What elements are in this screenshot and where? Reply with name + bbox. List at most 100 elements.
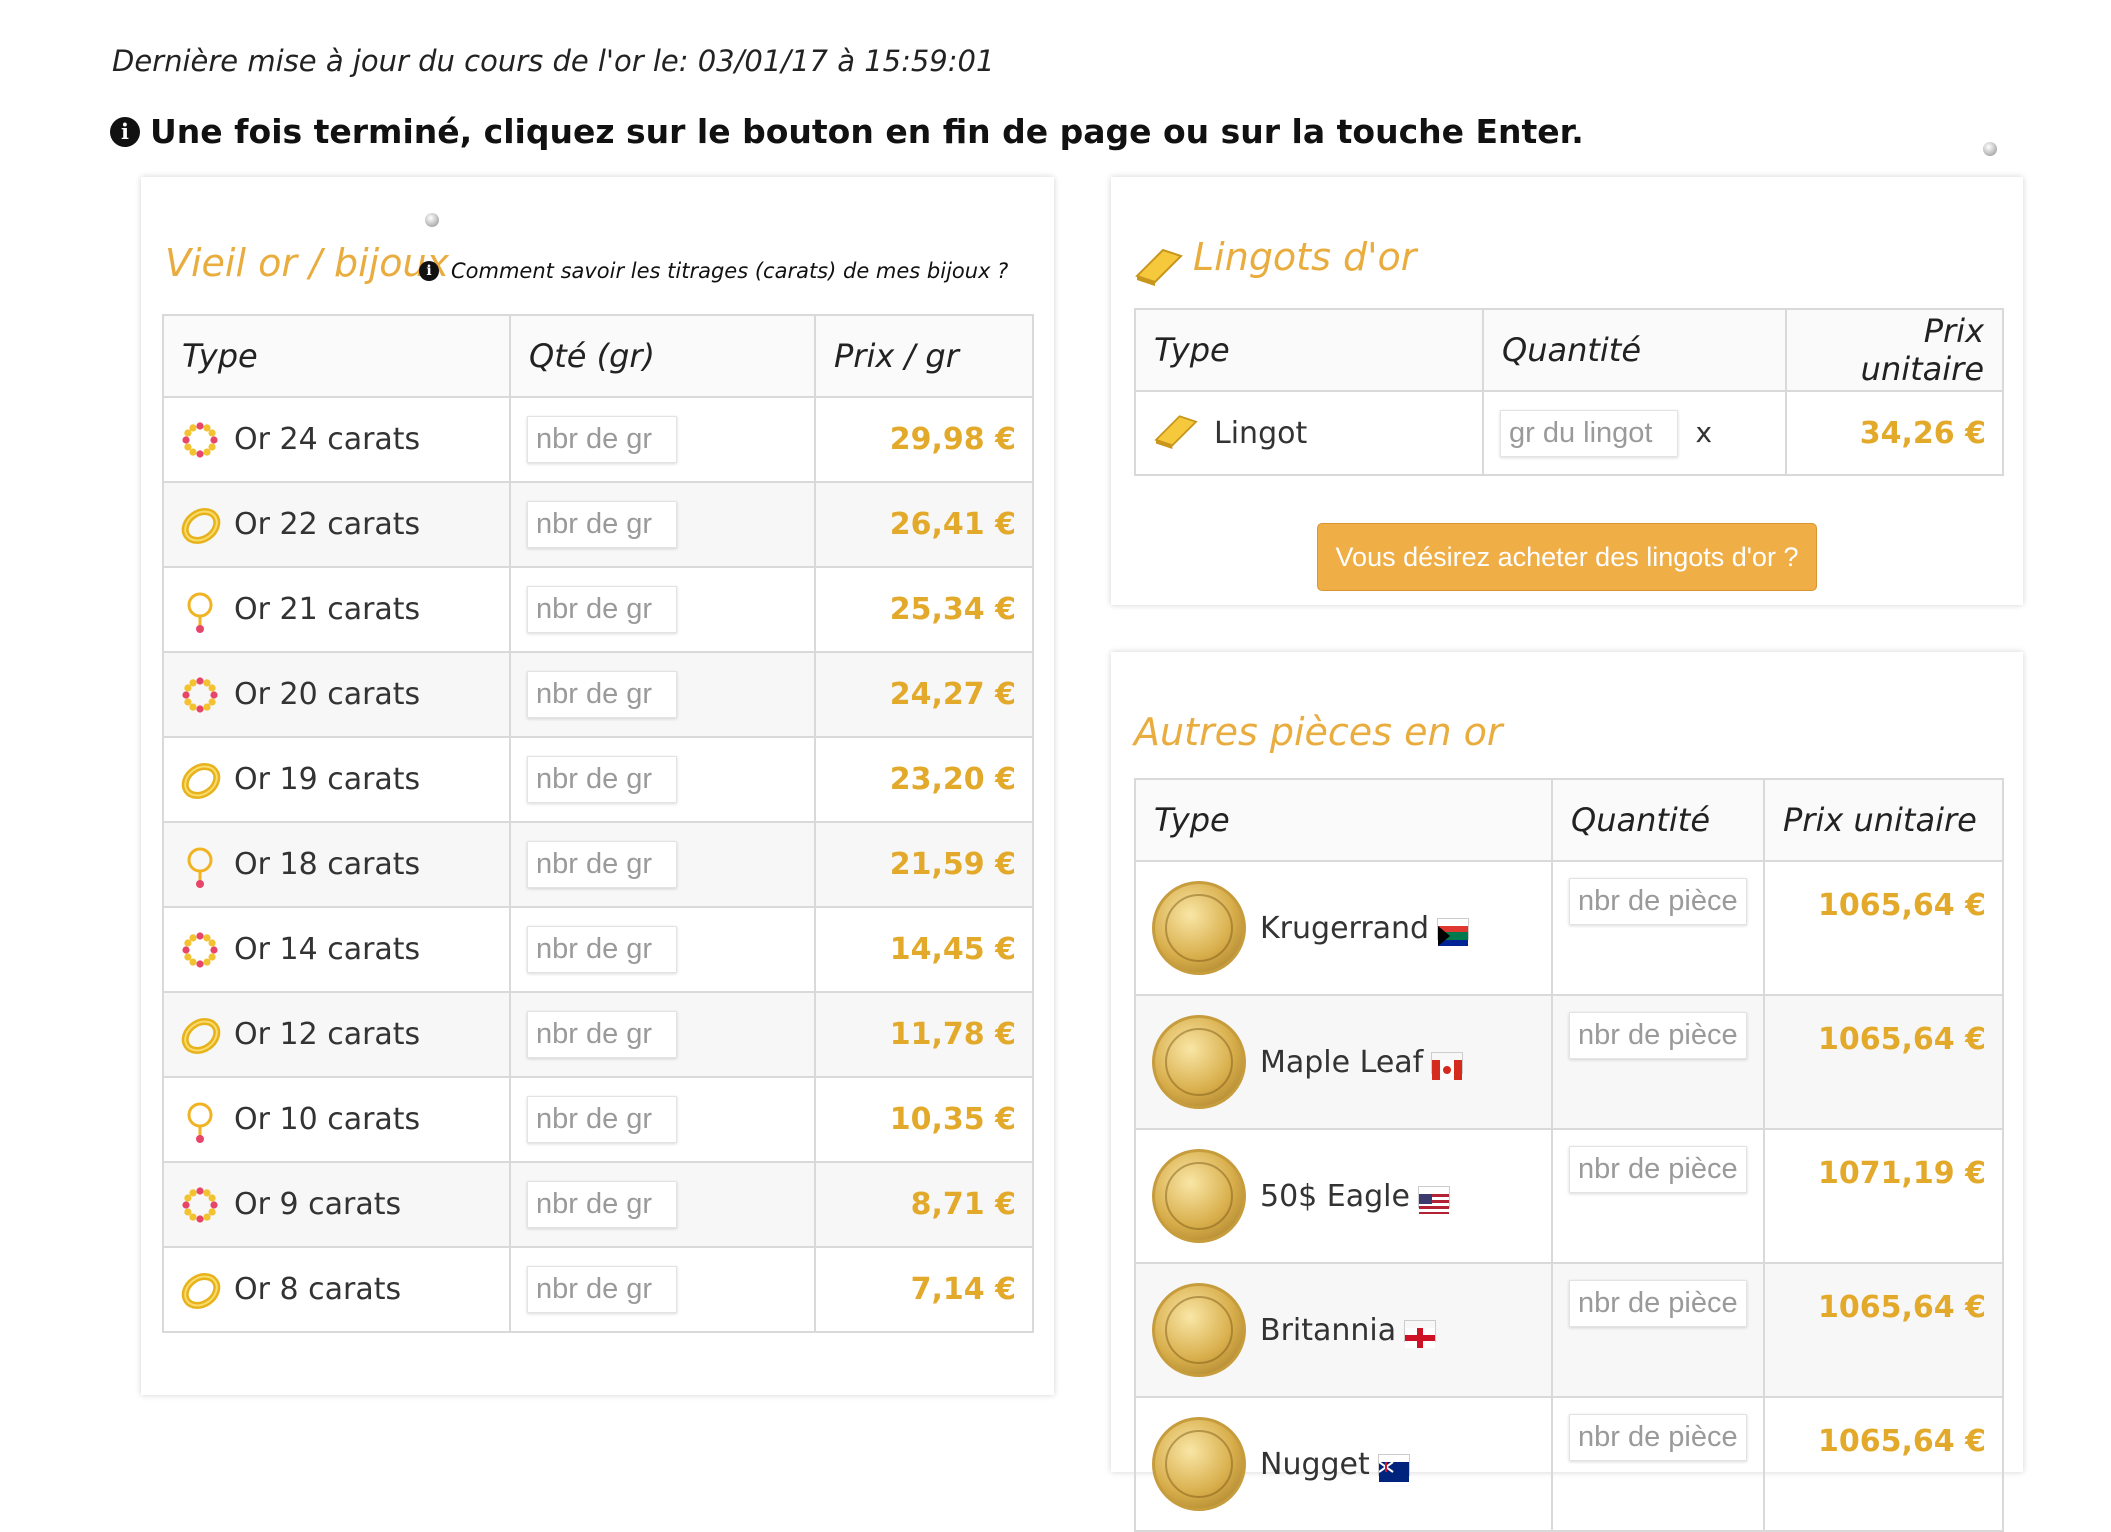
price-per-gram: 10,35 € xyxy=(814,1076,1034,1163)
quantity-cell xyxy=(509,736,816,823)
table-row: Maple Leaf 1065,64 € xyxy=(1134,994,2004,1130)
coin-count-input[interactable] xyxy=(1569,1280,1747,1327)
carat-help-link[interactable]: i Comment savoir les titrages (carats) d… xyxy=(419,259,1008,283)
table-row: Nugget 1065,64 € xyxy=(1134,1396,2004,1532)
quantity-cell xyxy=(1551,994,1765,1130)
carat-label: Or 24 carats xyxy=(234,422,421,457)
table-row: Or 14 carats 14,45 € xyxy=(162,906,1034,993)
coin-count-input[interactable] xyxy=(1569,1012,1747,1059)
table-row: Or 19 carats 23,20 € xyxy=(162,736,1034,823)
table-row: Lingot x 34,26 € xyxy=(1134,390,2004,476)
quantity-cell xyxy=(509,906,816,993)
type-cell: Or 22 carats xyxy=(162,481,511,568)
ring-icon xyxy=(180,1270,221,1310)
coin-label: Britannia xyxy=(1260,1312,1397,1348)
carat-help-text[interactable]: Comment savoir les titrages (carats) de … xyxy=(451,259,1008,283)
carat-label: Or 21 carats xyxy=(234,592,421,627)
grams-input[interactable] xyxy=(527,586,677,633)
type-cell: Or 24 carats xyxy=(162,396,511,483)
coin-image xyxy=(1152,881,1246,975)
coin-image xyxy=(1152,1417,1246,1511)
coin-image xyxy=(1152,1149,1246,1243)
type-cell: Maple Leaf xyxy=(1134,994,1553,1130)
grams-input[interactable] xyxy=(527,756,677,803)
quantity-cell xyxy=(509,821,816,908)
quantity-cell xyxy=(1551,860,1765,996)
coin-count-input[interactable] xyxy=(1569,1414,1747,1461)
coin-unit-price: 1065,64 € xyxy=(1763,994,2004,1130)
grams-input[interactable] xyxy=(527,926,677,973)
bracelet-icon xyxy=(180,420,220,460)
coin-unit-price: 1065,64 € xyxy=(1763,1262,2004,1398)
scroll-dot-icon xyxy=(425,213,439,227)
type-cell: Or 8 carats xyxy=(162,1246,511,1333)
type-cell: Britannia xyxy=(1134,1262,1553,1398)
price-per-gram: 8,71 € xyxy=(814,1161,1034,1248)
carat-label: Or 22 carats xyxy=(234,507,421,542)
type-cell: Nugget xyxy=(1134,1396,1553,1532)
info-icon: i xyxy=(419,261,439,281)
quantity-cell xyxy=(1551,1396,1765,1532)
coins-panel: Autres pièces en or Type Quantité Prix u… xyxy=(1111,652,2023,1532)
type-cell: Or 19 carats xyxy=(162,736,511,823)
bracelet-icon xyxy=(180,930,220,970)
coin-count-input[interactable] xyxy=(1569,878,1747,925)
type-cell: Lingot xyxy=(1134,390,1484,476)
pendant-icon xyxy=(180,1100,220,1143)
canada-flag-icon xyxy=(1431,1052,1464,1080)
usa-flag-icon xyxy=(1417,1186,1450,1214)
type-cell: Or 9 carats xyxy=(162,1161,511,1248)
coin-count-input[interactable] xyxy=(1569,1146,1747,1193)
grams-input[interactable] xyxy=(527,416,677,463)
type-cell: Or 12 carats xyxy=(162,991,511,1078)
carat-label: Or 8 carats xyxy=(234,1272,402,1307)
coin-label: Maple Leaf xyxy=(1260,1044,1424,1080)
col-quantity: Quantité xyxy=(1482,308,1787,392)
table-row: Britannia 1065,64 € xyxy=(1134,1262,2004,1398)
ingot-weight-input[interactable] xyxy=(1500,409,1678,457)
england-flag-icon xyxy=(1404,1320,1437,1348)
grams-input[interactable] xyxy=(527,1096,677,1143)
price-per-gram: 25,34 € xyxy=(814,566,1034,653)
quantity-cell xyxy=(509,651,816,738)
type-cell: Or 20 carats xyxy=(162,651,511,738)
quantity-cell xyxy=(509,991,816,1078)
grams-input[interactable] xyxy=(527,1266,677,1313)
table-row: Or 9 carats 8,71 € xyxy=(162,1161,1034,1248)
type-cell: Or 21 carats xyxy=(162,566,511,653)
carat-label: Or 12 carats xyxy=(234,1017,421,1052)
price-per-gram: 11,78 € xyxy=(814,991,1034,1078)
price-per-gram: 24,27 € xyxy=(814,651,1034,738)
table-row: Krugerrand 1065,64 € xyxy=(1134,860,2004,996)
quantity-cell xyxy=(1551,1128,1765,1264)
quantity-cell xyxy=(509,481,816,568)
table-row: Or 10 carats 10,35 € xyxy=(162,1076,1034,1163)
col-type: Type xyxy=(162,314,511,398)
grams-input[interactable] xyxy=(527,501,677,548)
table-row: 50$ Eagle 1071,19 € xyxy=(1134,1128,2004,1264)
price-per-gram: 23,20 € xyxy=(814,736,1034,823)
ingots-title: Lingots d'or xyxy=(1193,235,1417,279)
col-unit-price: Prix unitaire xyxy=(1763,778,2004,862)
coins-title: Autres pièces en or xyxy=(1134,710,1503,754)
price-per-gram: 21,59 € xyxy=(814,821,1034,908)
grams-input[interactable] xyxy=(527,1011,677,1058)
coin-label: Nugget xyxy=(1260,1446,1370,1482)
table-row: Or 18 carats 21,59 € xyxy=(162,821,1034,908)
buy-ingots-button[interactable]: Vous désirez acheter des lingots d'or ? xyxy=(1317,523,1817,591)
quantity-cell xyxy=(509,566,816,653)
bracelet-icon xyxy=(180,1185,220,1225)
quantity-cell xyxy=(1551,1262,1765,1398)
multiplier-sign: x xyxy=(1695,415,1713,449)
bracelet-icon xyxy=(180,675,220,715)
coin-image xyxy=(1152,1015,1246,1109)
south-africa-flag-icon xyxy=(1437,918,1470,946)
instruction-notice: i Une fois terminé, cliquez sur le bouto… xyxy=(110,112,1584,151)
grams-input[interactable] xyxy=(527,1181,677,1228)
grams-input[interactable] xyxy=(527,671,677,718)
coins-table: Type Quantité Prix unitaire Krugerrand 10… xyxy=(1134,778,2004,1532)
type-cell: Or 10 carats xyxy=(162,1076,511,1163)
coin-unit-price: 1071,19 € xyxy=(1763,1128,2004,1264)
gold-bar-icon xyxy=(1152,409,1200,457)
grams-input[interactable] xyxy=(527,841,677,888)
